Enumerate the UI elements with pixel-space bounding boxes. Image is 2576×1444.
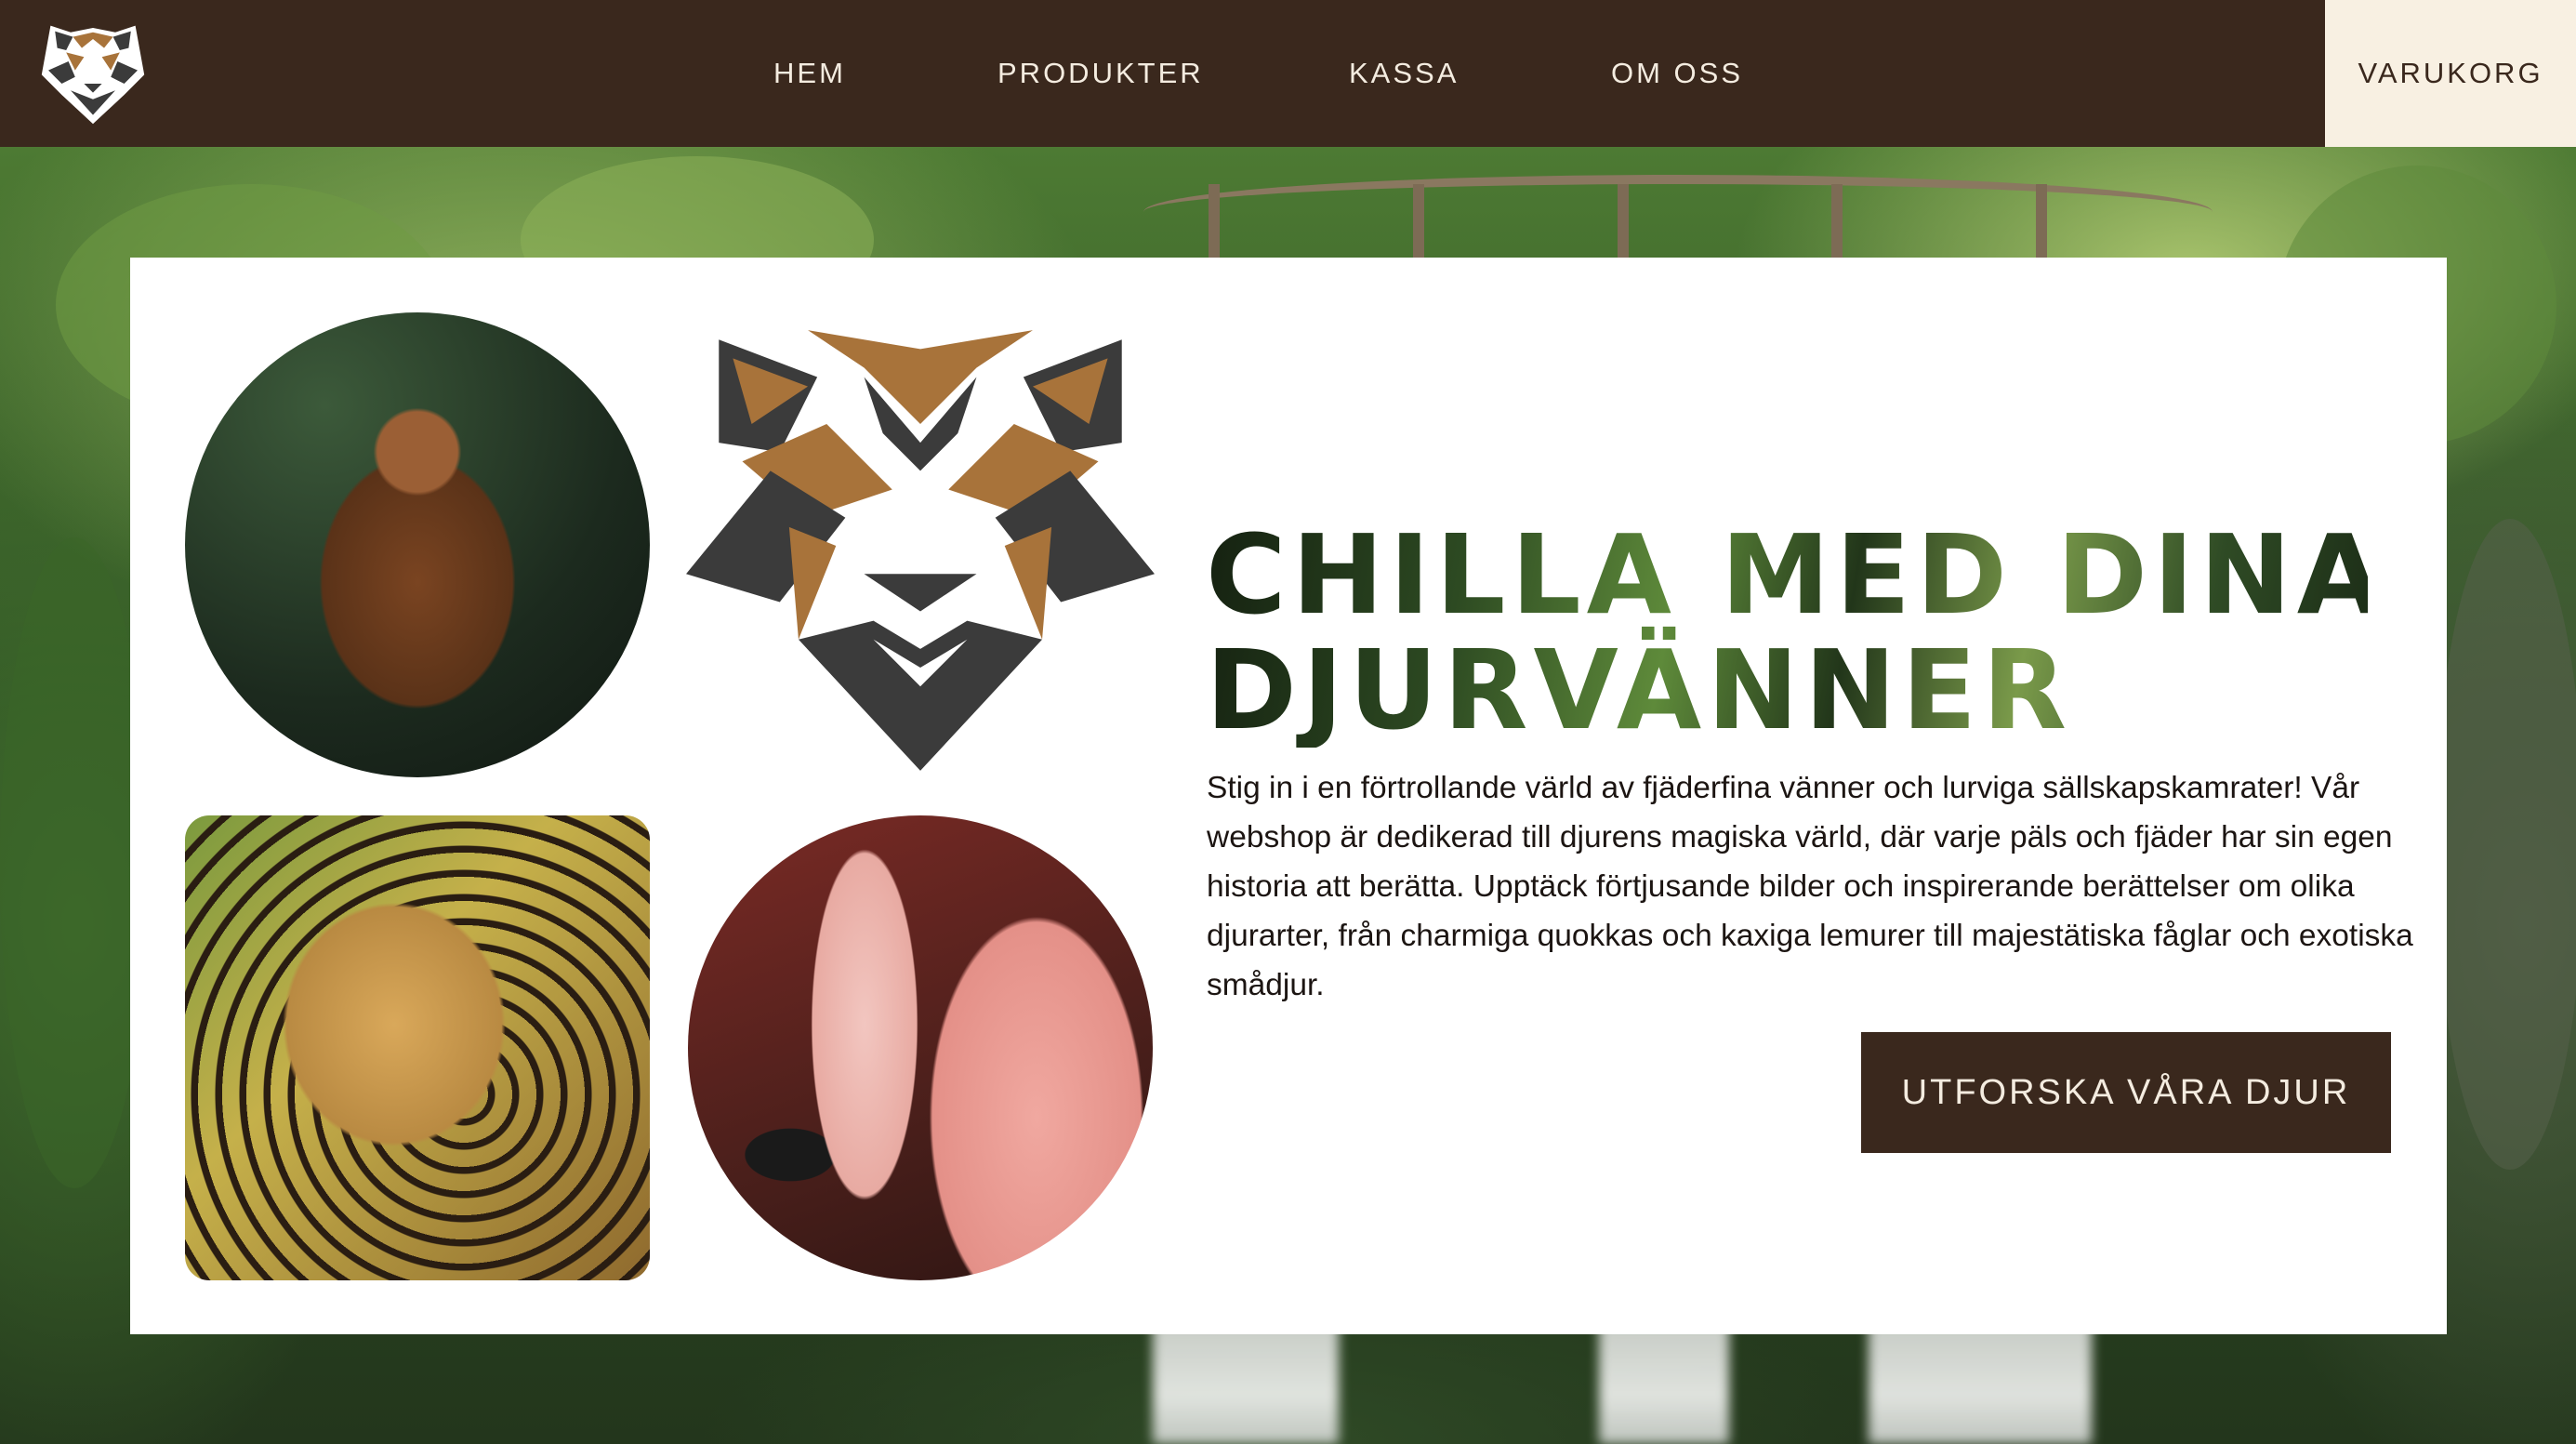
nav-item-produkter[interactable]: PRODUKTER — [997, 0, 1204, 147]
wooden-bridge — [1143, 175, 2213, 249]
main-nav: HEM PRODUKTER KASSA OM OSS — [0, 0, 2576, 147]
nav-item-kassa[interactable]: KASSA — [1349, 0, 1459, 147]
headline-line-2: DJURVÄNNER — [1206, 626, 2073, 755]
hero-description: Stig in i en förtrollande värld av fjäde… — [1207, 770, 2413, 1002]
waterfall — [1153, 1323, 1339, 1444]
waterfall — [1599, 1323, 1729, 1444]
explore-animals-button[interactable]: UTFORSKA VÅRA DJUR — [1861, 1032, 2391, 1153]
nav-item-om-oss[interactable]: OM OSS — [1611, 0, 1743, 147]
flamingo-photo — [688, 815, 1153, 1280]
hero-card: CHILLA MED DINA DJURVÄNNER Stig in i en … — [130, 258, 2447, 1334]
tiger-logo-icon — [686, 330, 1155, 771]
hero-headline: CHILLA MED DINA DJURVÄNNER — [1206, 517, 2368, 748]
leopard-photo — [185, 815, 650, 1280]
waterfall — [1869, 1323, 2092, 1444]
headline-line-1: CHILLA MED DINA — [1206, 510, 2388, 640]
cart-button[interactable]: VARUKORG — [2325, 0, 2576, 147]
quokka-photo — [185, 312, 650, 777]
nav-item-hem[interactable]: HEM — [773, 0, 846, 147]
site-header: HEM PRODUKTER KASSA OM OSS VARUKORG — [0, 0, 2576, 147]
